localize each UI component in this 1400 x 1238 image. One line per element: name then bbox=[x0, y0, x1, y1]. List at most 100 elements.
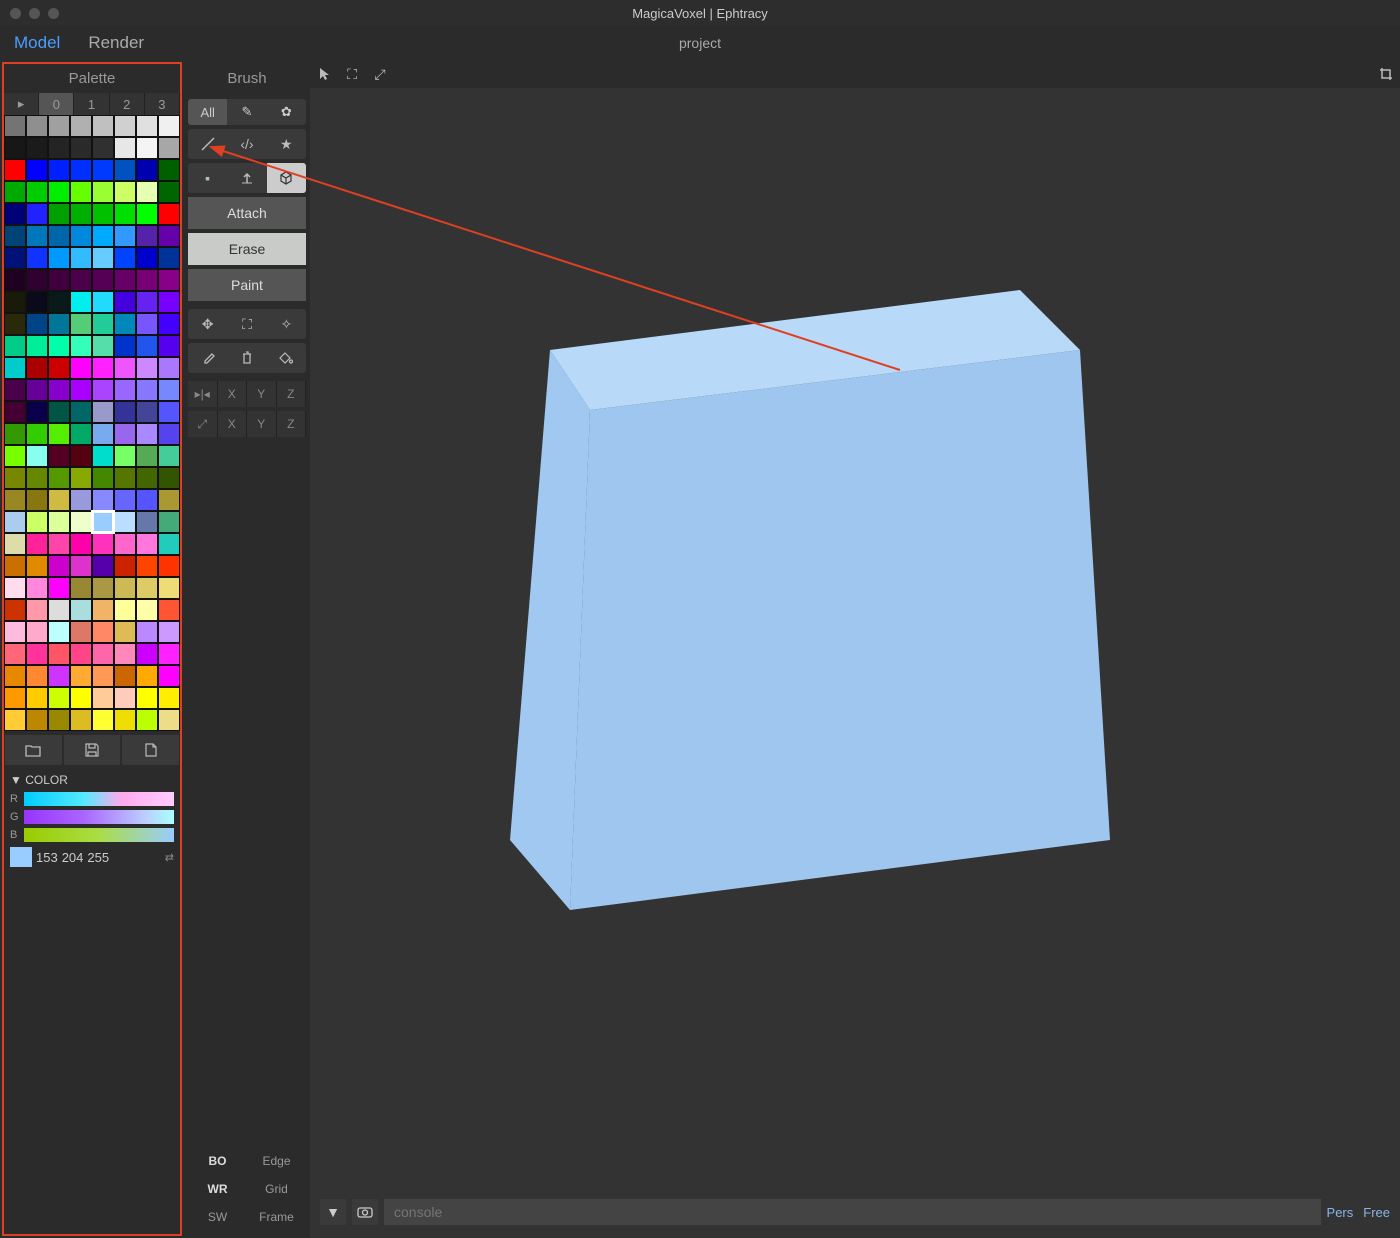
swatch[interactable] bbox=[158, 423, 180, 445]
swatch[interactable] bbox=[70, 511, 92, 533]
swatch[interactable] bbox=[92, 577, 114, 599]
swatch[interactable] bbox=[114, 665, 136, 687]
swatch[interactable] bbox=[4, 467, 26, 489]
swatch[interactable] bbox=[26, 533, 48, 555]
swatch[interactable] bbox=[158, 555, 180, 577]
swatch[interactable] bbox=[158, 401, 180, 423]
swatch[interactable] bbox=[4, 445, 26, 467]
swatch[interactable] bbox=[158, 533, 180, 555]
swatch[interactable] bbox=[136, 291, 158, 313]
opt-edge[interactable]: Edge bbox=[247, 1148, 306, 1174]
swatch[interactable] bbox=[70, 599, 92, 621]
swatch[interactable] bbox=[136, 555, 158, 577]
g-slider[interactable] bbox=[24, 810, 174, 824]
swatch[interactable] bbox=[92, 401, 114, 423]
swatch[interactable] bbox=[114, 357, 136, 379]
swatch[interactable] bbox=[4, 137, 26, 159]
swatch[interactable] bbox=[70, 225, 92, 247]
swatch[interactable] bbox=[26, 313, 48, 335]
swatch[interactable] bbox=[70, 401, 92, 423]
swatch[interactable] bbox=[158, 643, 180, 665]
swatch[interactable] bbox=[26, 181, 48, 203]
swatch[interactable] bbox=[48, 467, 70, 489]
swatch[interactable] bbox=[4, 401, 26, 423]
maximize-window[interactable] bbox=[48, 8, 59, 19]
swatch[interactable] bbox=[158, 181, 180, 203]
swatch[interactable] bbox=[70, 313, 92, 335]
swatch[interactable] bbox=[48, 665, 70, 687]
swatch[interactable] bbox=[48, 643, 70, 665]
swatch[interactable] bbox=[4, 313, 26, 335]
swatch[interactable] bbox=[92, 335, 114, 357]
swatch[interactable] bbox=[158, 203, 180, 225]
mirror-z[interactable]: Z bbox=[277, 381, 307, 407]
swatch[interactable] bbox=[136, 577, 158, 599]
tab-render[interactable]: Render bbox=[74, 26, 158, 60]
swatch[interactable] bbox=[70, 533, 92, 555]
swatch[interactable] bbox=[158, 247, 180, 269]
camera-icon[interactable] bbox=[352, 1199, 378, 1225]
swatch[interactable] bbox=[4, 555, 26, 577]
swatch[interactable] bbox=[70, 335, 92, 357]
swatch[interactable] bbox=[70, 577, 92, 599]
swatch[interactable] bbox=[70, 115, 92, 137]
axis-z[interactable]: Z bbox=[277, 411, 307, 437]
swatch[interactable] bbox=[26, 115, 48, 137]
swatch[interactable] bbox=[26, 445, 48, 467]
swatch[interactable] bbox=[114, 203, 136, 225]
swatch[interactable] bbox=[4, 115, 26, 137]
swatch[interactable] bbox=[92, 137, 114, 159]
swatch[interactable] bbox=[158, 137, 180, 159]
cursor-tool-icon[interactable] bbox=[310, 62, 338, 86]
swatch[interactable] bbox=[92, 665, 114, 687]
swatch[interactable] bbox=[158, 445, 180, 467]
swatch[interactable] bbox=[92, 643, 114, 665]
swatch[interactable] bbox=[158, 709, 180, 731]
swatch[interactable] bbox=[158, 621, 180, 643]
swatch[interactable] bbox=[114, 291, 136, 313]
swatch[interactable] bbox=[136, 335, 158, 357]
swatch[interactable] bbox=[26, 555, 48, 577]
swatch[interactable] bbox=[4, 379, 26, 401]
swatch[interactable] bbox=[114, 511, 136, 533]
swatch[interactable] bbox=[92, 357, 114, 379]
swatch[interactable] bbox=[158, 489, 180, 511]
project-name[interactable]: project bbox=[679, 35, 721, 51]
brush-filter-edit-icon[interactable]: ✎ bbox=[227, 99, 266, 125]
camera-pers[interactable]: Pers bbox=[1327, 1205, 1354, 1220]
swatch[interactable] bbox=[136, 115, 158, 137]
swatch[interactable] bbox=[4, 577, 26, 599]
swatch[interactable] bbox=[114, 379, 136, 401]
brush-settings-icon[interactable]: ✿ bbox=[267, 99, 306, 125]
swatch[interactable] bbox=[136, 225, 158, 247]
swatch[interactable] bbox=[48, 115, 70, 137]
swatch[interactable] bbox=[26, 247, 48, 269]
swatch[interactable] bbox=[48, 423, 70, 445]
trash-icon[interactable] bbox=[227, 343, 266, 373]
swatch[interactable] bbox=[48, 181, 70, 203]
swatch[interactable] bbox=[26, 401, 48, 423]
mode-paint[interactable]: Paint bbox=[188, 269, 306, 301]
mirror-y[interactable]: Y bbox=[247, 381, 277, 407]
swatch[interactable] bbox=[136, 643, 158, 665]
swatch[interactable] bbox=[70, 555, 92, 577]
opt-grid[interactable]: Grid bbox=[247, 1176, 306, 1202]
swatch[interactable] bbox=[92, 379, 114, 401]
extrude-tool-icon[interactable] bbox=[227, 163, 266, 193]
swatch[interactable] bbox=[136, 357, 158, 379]
swatch[interactable] bbox=[48, 159, 70, 181]
swatch[interactable] bbox=[114, 555, 136, 577]
swatch[interactable] bbox=[92, 247, 114, 269]
viewport[interactable]: ⛶ ⤢ ▼ Pers Free bbox=[310, 60, 1400, 1238]
swatch[interactable] bbox=[136, 379, 158, 401]
swatch[interactable] bbox=[4, 511, 26, 533]
swatch[interactable] bbox=[48, 533, 70, 555]
swatch[interactable] bbox=[136, 247, 158, 269]
swatch[interactable] bbox=[48, 401, 70, 423]
eyedropper-icon[interactable] bbox=[188, 343, 227, 373]
swatch[interactable] bbox=[70, 445, 92, 467]
line-tool-icon[interactable] bbox=[188, 129, 227, 159]
axis-y[interactable]: Y bbox=[247, 411, 277, 437]
swatch[interactable] bbox=[70, 423, 92, 445]
swatch[interactable] bbox=[4, 599, 26, 621]
